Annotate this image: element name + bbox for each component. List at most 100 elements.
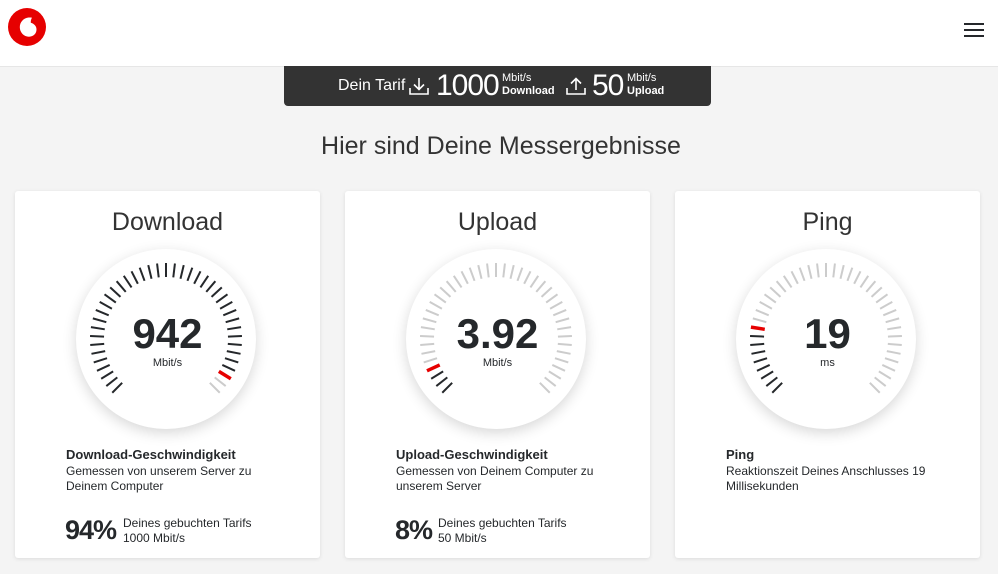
gauge-tick — [441, 382, 453, 394]
tariff-download-value: 1000 — [436, 69, 500, 102]
page-title: Hier sind Deine Messergebnisse — [321, 132, 681, 160]
tariff-upload-unit-text: Mbit/s — [627, 72, 657, 84]
ping-unit: ms — [820, 357, 835, 369]
menu-line — [964, 29, 984, 31]
gauge-tick — [439, 286, 452, 298]
gauge-tick — [130, 270, 139, 285]
gauge-tick — [535, 280, 547, 293]
gauge-tick — [769, 286, 782, 298]
gauge-tick — [853, 270, 862, 285]
hamburger-menu-icon[interactable] — [962, 20, 988, 42]
gauge-tick — [765, 376, 778, 387]
card-title: Upload — [457, 208, 538, 236]
card-title: Download — [111, 208, 224, 236]
download-icon — [408, 76, 430, 101]
gauge-tick — [99, 300, 113, 310]
tariff-upload-unit: Mbit/s Upload — [627, 72, 664, 98]
upload-desc-text: Gemessen von Deinem Computer zu unserem … — [396, 464, 594, 493]
vodafone-logo[interactable] — [8, 8, 46, 46]
card-title: Ping — [802, 208, 853, 236]
gauge-tick — [115, 280, 127, 293]
gauge-indicator-tick — [217, 369, 232, 381]
gauge-tick — [460, 270, 469, 285]
upload-value: 3.92 — [456, 310, 539, 357]
gauge-tick — [875, 293, 889, 304]
download-percent-line1: Deines gebuchten Tarifs — [123, 516, 252, 530]
gauge-tick — [545, 293, 559, 304]
upload-card: Upload 3.92 Mbit/s Upload-Geschwindigkei… — [345, 191, 650, 558]
tariff-label: Dein Tarif — [338, 77, 406, 94]
download-percent: 94% — [65, 515, 117, 545]
gauge-tick — [430, 370, 444, 380]
gauge-tick — [477, 264, 483, 279]
gauge-tick — [548, 370, 562, 380]
gauge-tick — [782, 275, 793, 289]
gauge-tick — [138, 267, 146, 282]
ping-desc-text: Reaktionszeit Deines Anschlusses 19 Mill… — [726, 464, 926, 493]
gauge-tick — [445, 280, 457, 293]
ping-value: 19 — [804, 310, 851, 357]
upload-icon — [565, 76, 587, 101]
gauge-tick — [529, 275, 540, 289]
gauge-tick — [215, 293, 229, 304]
upload-percent-line1: Deines gebuchten Tarifs — [438, 516, 567, 530]
gauge-tick — [544, 376, 557, 387]
gauge-tick — [486, 263, 490, 278]
gauge-tick — [502, 263, 506, 278]
gauge-tick — [859, 275, 870, 289]
top-navigation-bar — [0, 0, 998, 67]
gauge-tick — [771, 382, 783, 394]
gauge-tick — [105, 376, 118, 387]
tariff-bar: Dein Tarif 1000 Mbit/s Download 50 Mbit/… — [284, 66, 711, 106]
download-value: 942 — [132, 310, 203, 357]
gauge-tick — [775, 280, 787, 293]
gauge-tick — [186, 267, 194, 282]
gauge-tick — [539, 382, 551, 394]
gauge-tick — [468, 267, 476, 282]
tariff-upload-value: 50 — [592, 69, 624, 102]
gauge-tick — [103, 293, 117, 304]
gauge-tick — [874, 376, 887, 387]
download-percent-text: Deines gebuchten Tarifs 1000 Mbit/s — [123, 516, 252, 546]
download-percent-line2: 1000 Mbit/s — [123, 531, 186, 545]
tariff-download-unit: Mbit/s Download — [502, 72, 555, 98]
gauge-tick — [172, 263, 176, 278]
gauge-tick — [763, 293, 777, 304]
tariff-download-unit-text: Mbit/s — [502, 72, 532, 84]
gauge-tick — [147, 264, 153, 279]
tariff-upload-label: Upload — [627, 85, 665, 97]
download-desc-title: Download-Geschwindigkeit — [66, 447, 236, 462]
gauge-tick — [816, 263, 820, 278]
gauge-tick — [109, 286, 122, 298]
gauge-tick — [433, 293, 447, 304]
vodafone-logo-mark — [19, 17, 37, 37]
gauge-tick — [869, 382, 881, 394]
gauge-tick — [209, 382, 221, 394]
gauge-tick — [111, 382, 123, 394]
upload-percent-text: Deines gebuchten Tarifs 50 Mbit/s — [438, 516, 567, 546]
download-card: Download 942 Mbit/s Download-Geschwindig… — [15, 191, 320, 558]
gauge-tick — [179, 264, 185, 279]
gauge-tick — [523, 270, 532, 285]
tariff-download-label: Download — [502, 85, 555, 97]
gauge-tick — [790, 270, 799, 285]
ping-card: Ping 19 ms Ping Reaktionszeit Deines Ans… — [675, 191, 980, 558]
download-desc-text: Gemessen von unserem Server zu Deinem Co… — [66, 464, 252, 493]
gauge-tick — [759, 300, 773, 310]
gauge-tick — [509, 264, 515, 279]
gauge-tick — [193, 270, 202, 285]
gauge-tick — [879, 300, 893, 310]
gauge-tick — [100, 370, 114, 380]
ping-desc-title: Ping — [726, 447, 755, 462]
gauge-tick — [832, 263, 836, 278]
download-unit: Mbit/s — [152, 357, 183, 369]
gauge-tick — [760, 370, 774, 380]
gauge-tick — [205, 280, 217, 293]
upload-percent-line2: 50 Mbit/s — [438, 531, 487, 545]
gauge-tick — [122, 275, 133, 289]
menu-line — [964, 23, 984, 25]
gauge-tick — [540, 286, 553, 298]
gauge-tick — [549, 300, 563, 310]
gauge-tick — [156, 263, 160, 278]
gauge-tick — [839, 264, 845, 279]
